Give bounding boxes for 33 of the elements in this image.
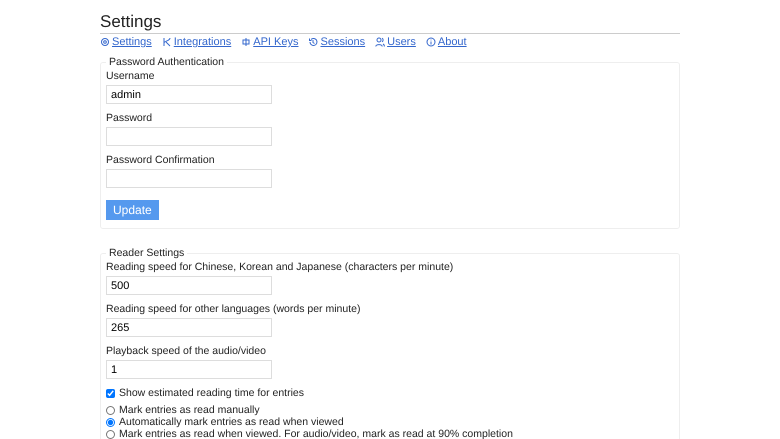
input-field[interactable] — [106, 169, 272, 188]
history-icon — [308, 37, 318, 47]
input-field[interactable]: 500 — [106, 276, 272, 295]
nav-link[interactable]: About — [426, 36, 467, 48]
input-field[interactable]: admin — [106, 85, 272, 104]
field-label: Password Confirmation — [106, 154, 216, 166]
nav-link[interactable]: Integrations — [162, 36, 232, 48]
nav-link[interactable]: API Keys — [241, 36, 298, 48]
input-field[interactable]: 265 — [106, 318, 272, 337]
radio-label: Mark entries as read manually — [119, 404, 260, 416]
nav-link[interactable]: Settings — [100, 36, 152, 48]
update-button[interactable]: Update — [106, 200, 159, 220]
checkbox[interactable] — [106, 388, 115, 398]
field-label: Username — [106, 70, 156, 82]
checkbox-label: Show estimated reading time for entries — [119, 387, 304, 399]
field-label: Reading speed for Chinese, Korean and Japanese (characters per minute) — [106, 261, 454, 273]
field-label: Playback speed of the audio/video — [106, 345, 267, 357]
input-field[interactable] — [106, 127, 272, 146]
radio-button[interactable] — [106, 406, 115, 414]
input-field[interactable]: 1 — [106, 360, 272, 379]
radio-label: Automatically mark entries as read when viewed — [119, 416, 344, 428]
field-label: Reading speed for other languages (words per minute) — [106, 303, 362, 315]
nav-link[interactable]: Sessions — [308, 36, 366, 48]
page-title: Settings — [100, 12, 680, 34]
radio-button[interactable] — [106, 418, 115, 426]
section-legend: Password Authentication — [106, 56, 227, 68]
radio-label: Mark entries as read when viewed. For audio/video, mark as read at 90% completion — [119, 428, 513, 439]
radio-button[interactable] — [106, 430, 115, 438]
users-icon — [375, 37, 386, 47]
section-legend: Reader Settings — [106, 247, 188, 259]
field-label: Password — [106, 112, 154, 124]
info-icon — [426, 37, 436, 47]
nav-link[interactable]: Users — [375, 36, 416, 48]
